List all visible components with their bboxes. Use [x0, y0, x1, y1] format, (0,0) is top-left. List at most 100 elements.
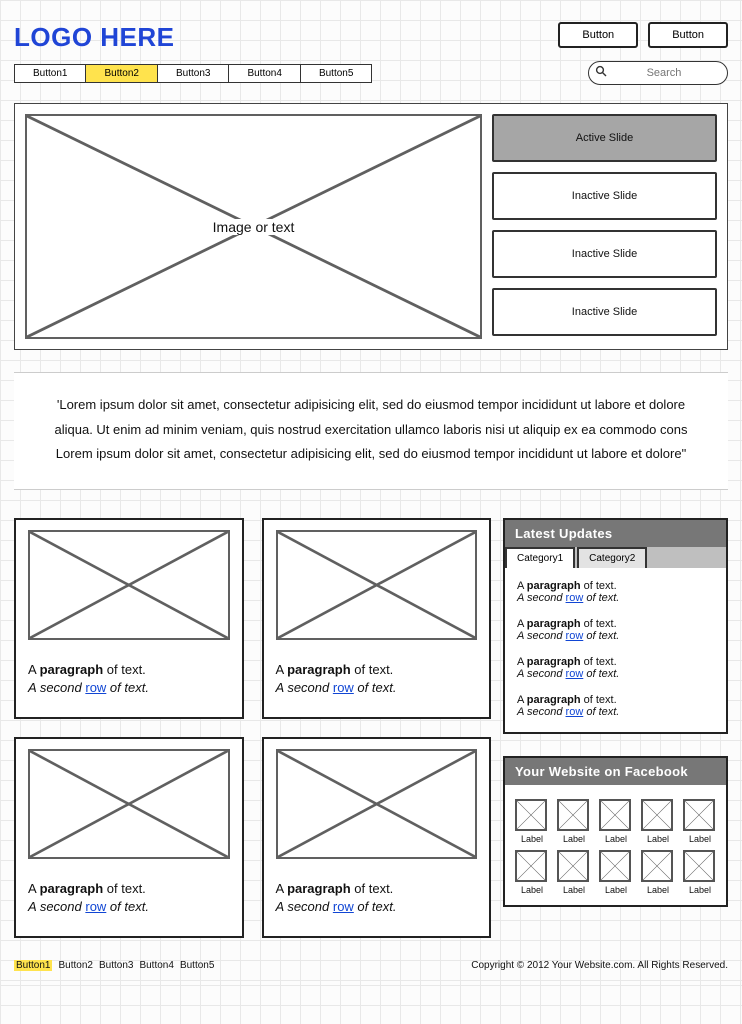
facebook-thumb [641, 799, 673, 831]
hero-image-label: Image or text [207, 219, 301, 235]
facebook-item[interactable]: Label [557, 799, 591, 844]
row-link[interactable]: row [566, 630, 584, 642]
intro-text: 'Lorem ipsum dolor sit amet, consectetur… [14, 372, 728, 490]
intro-line-3: Lorem ipsum dolor sit amet, consectetur … [20, 442, 722, 467]
slide-2[interactable]: Inactive Slide [492, 172, 717, 220]
facebook-label: Label [641, 834, 675, 844]
latest-updates-widget: Latest Updates Category1 Category2 A par… [503, 518, 728, 734]
footer-link-1[interactable]: Button1 [14, 960, 52, 971]
footer-link-5[interactable]: Button5 [180, 960, 214, 971]
row-link[interactable]: row [85, 899, 106, 914]
facebook-label: Label [641, 885, 675, 895]
facebook-label: Label [515, 885, 549, 895]
updates-body: A paragraph of text. A second row of tex… [505, 568, 726, 732]
card-grid: A paragraph of text. A second row of tex… [14, 518, 491, 938]
main-nav: Button1 Button2 Button3 Button4 Button5 [14, 64, 372, 83]
hero-panel: Image or text Active Slide Inactive Slid… [14, 103, 728, 350]
update-paragraph: A paragraph of text. [517, 656, 714, 668]
search-box[interactable] [588, 61, 728, 85]
footer-link-4[interactable]: Button4 [139, 960, 173, 971]
facebook-thumb [515, 850, 547, 882]
hero-image-placeholder: Image or text [25, 114, 482, 339]
card-image-placeholder [28, 749, 230, 859]
update-item: A paragraph of text. A second row of tex… [517, 618, 714, 642]
footer-link-2[interactable]: Button2 [58, 960, 92, 971]
sidebar: Latest Updates Category1 Category2 A par… [503, 518, 728, 938]
footer-copyright: Copyright © 2012 Your Website.com. All R… [471, 960, 728, 971]
facebook-item[interactable]: Label [641, 799, 675, 844]
facebook-thumb [599, 799, 631, 831]
search-icon [595, 64, 607, 82]
facebook-item[interactable]: Label [683, 850, 717, 895]
facebook-thumb [683, 850, 715, 882]
card-second-row: A second row of text. [276, 680, 478, 695]
row-link[interactable]: row [566, 592, 584, 604]
update-item: A paragraph of text. A second row of tex… [517, 694, 714, 718]
facebook-thumb [641, 850, 673, 882]
facebook-label: Label [599, 885, 633, 895]
update-second-row: A second row of text. [517, 592, 714, 604]
latest-updates-title: Latest Updates [505, 520, 726, 547]
card-image-placeholder [276, 749, 478, 859]
facebook-label: Label [599, 834, 633, 844]
update-item: A paragraph of text. A second row of tex… [517, 656, 714, 680]
slide-list: Active Slide Inactive Slide Inactive Sli… [492, 114, 717, 339]
footer: Button1 Button2 Button3 Button4 Button5 … [14, 960, 728, 971]
slide-4[interactable]: Inactive Slide [492, 288, 717, 336]
row-link[interactable]: row [566, 668, 584, 680]
nav-button-4[interactable]: Button4 [229, 64, 300, 83]
update-second-row: A second row of text. [517, 668, 714, 680]
update-second-row: A second row of text. [517, 630, 714, 642]
row-link[interactable]: row [333, 899, 354, 914]
facebook-label: Label [683, 834, 717, 844]
intro-line-2: aliqua. Ut enim ad minim veniam, quis no… [20, 418, 722, 443]
facebook-item[interactable]: Label [599, 850, 633, 895]
updates-tab-1[interactable]: Category1 [505, 547, 575, 568]
footer-link-3[interactable]: Button3 [99, 960, 133, 971]
updates-tabbar: Category1 Category2 [505, 547, 726, 568]
facebook-item[interactable]: Label [515, 850, 549, 895]
content-card: A paragraph of text. A second row of tex… [262, 518, 492, 719]
footer-links: Button1 Button2 Button3 Button4 Button5 [14, 960, 214, 971]
facebook-label: Label [515, 834, 549, 844]
card-image-placeholder [28, 530, 230, 640]
card-image-placeholder [276, 530, 478, 640]
update-paragraph: A paragraph of text. [517, 580, 714, 592]
facebook-thumb [515, 799, 547, 831]
slide-3[interactable]: Inactive Slide [492, 230, 717, 278]
card-paragraph: A paragraph of text. [28, 881, 230, 896]
nav-button-1[interactable]: Button1 [14, 64, 86, 83]
content-card: A paragraph of text. A second row of tex… [262, 737, 492, 938]
card-paragraph: A paragraph of text. [276, 662, 478, 677]
header-button-1[interactable]: Button [558, 22, 638, 48]
updates-tab-2[interactable]: Category2 [577, 547, 647, 568]
card-paragraph: A paragraph of text. [28, 662, 230, 677]
row-link[interactable]: row [85, 680, 106, 695]
nav-button-2[interactable]: Button2 [86, 64, 157, 83]
logo: LOGO HERE [14, 22, 175, 53]
row-link[interactable]: row [566, 706, 584, 718]
slide-1[interactable]: Active Slide [492, 114, 717, 162]
facebook-label: Label [683, 885, 717, 895]
facebook-item[interactable]: Label [641, 850, 675, 895]
content-card: A paragraph of text. A second row of tex… [14, 518, 244, 719]
header-button-2[interactable]: Button [648, 22, 728, 48]
card-second-row: A second row of text. [28, 899, 230, 914]
facebook-item[interactable]: Label [515, 799, 549, 844]
search-input[interactable] [613, 67, 715, 79]
update-paragraph: A paragraph of text. [517, 618, 714, 630]
nav-button-5[interactable]: Button5 [301, 64, 372, 83]
facebook-thumb [599, 850, 631, 882]
facebook-item[interactable]: Label [599, 799, 633, 844]
update-paragraph: A paragraph of text. [517, 694, 714, 706]
content-card: A paragraph of text. A second row of tex… [14, 737, 244, 938]
facebook-widget: Your Website on Facebook Label Label Lab… [503, 756, 728, 907]
intro-line-1: 'Lorem ipsum dolor sit amet, consectetur… [20, 393, 722, 418]
facebook-item[interactable]: Label [557, 850, 591, 895]
row-link[interactable]: row [333, 680, 354, 695]
facebook-label: Label [557, 885, 591, 895]
facebook-label: Label [557, 834, 591, 844]
card-second-row: A second row of text. [276, 899, 478, 914]
nav-button-3[interactable]: Button3 [158, 64, 229, 83]
facebook-item[interactable]: Label [683, 799, 717, 844]
